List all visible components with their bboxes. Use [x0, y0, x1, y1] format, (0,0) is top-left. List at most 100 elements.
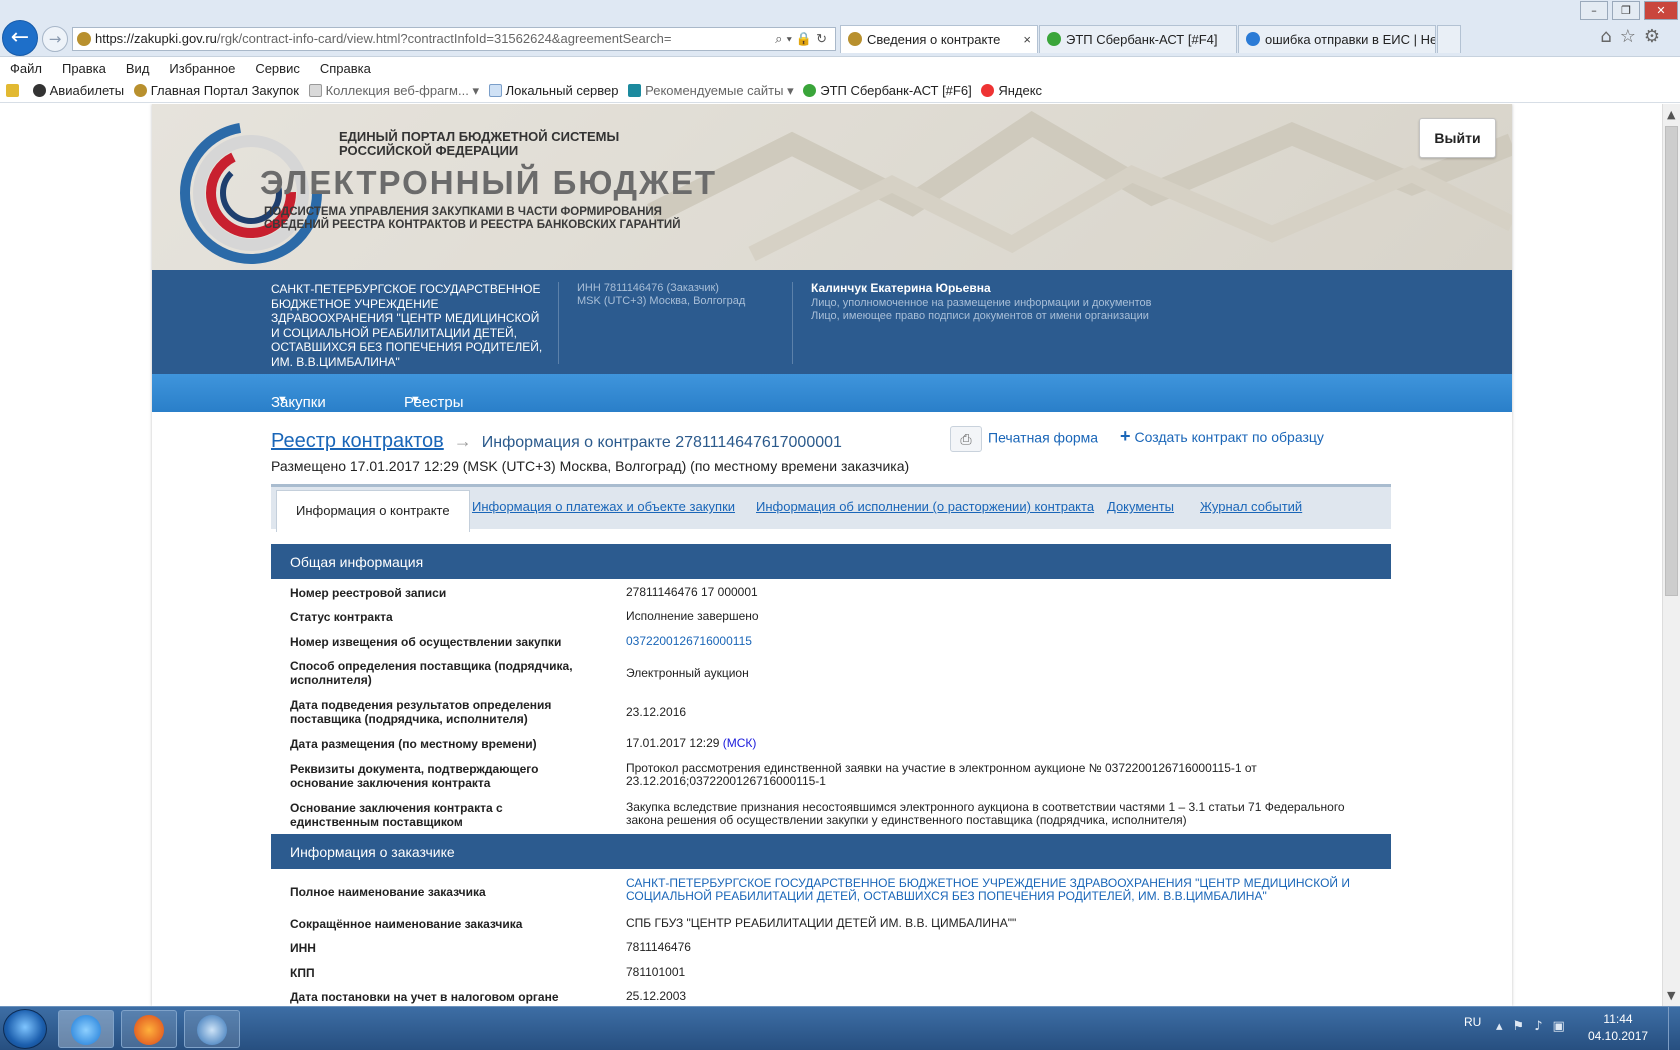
fav-webslices[interactable]: Коллекция веб-фрагм... ▾ — [308, 78, 479, 99]
organization-timezone: MSK (UTC+3) Москва, Волгоград — [577, 295, 746, 307]
customer-full-name-link[interactable]: САНКТ-ПЕТЕРБУРГСКОЕ ГОСУДАРСТВЕННОЕ БЮДЖ… — [626, 877, 1366, 903]
printer-icon: ⎙ — [950, 426, 982, 452]
scroll-up-icon[interactable]: ▲ — [1667, 108, 1675, 121]
tab-contract-info[interactable]: Информация о контракте — [276, 490, 470, 532]
restore-icon: ❐ — [1621, 4, 1631, 17]
fav-zakupki-portal[interactable]: Главная Портал Закупок — [133, 78, 299, 98]
organization-name: САНКТ-ПЕТЕРБУРГСКОЕ ГОСУДАРСТВЕННОЕ БЮДЖ… — [271, 282, 543, 369]
logout-button[interactable]: Выйти — [1419, 118, 1496, 158]
fav-sberbank[interactable]: ЭТП Сбербанк-АСТ [#F6] — [803, 78, 972, 98]
favorites-star-icon[interactable] — [6, 78, 23, 98]
create-from-template-button[interactable]: + Создать контракт по образцу — [1120, 426, 1324, 447]
clock-time: 11:44 — [1603, 1012, 1633, 1026]
user-role-2: Лицо, имеющее право подписи документов о… — [811, 310, 1149, 322]
new-tab-button[interactable] — [1437, 25, 1461, 53]
maximize-button[interactable]: ❐ — [1612, 1, 1640, 20]
page-viewport: ЕДИНЫЙ ПОРТАЛ БЮДЖЕТНОЙ СИСТЕМЫ РОССИЙСК… — [0, 104, 1662, 1006]
browser-tab-contract[interactable]: Сведения о контракте × — [840, 25, 1038, 53]
section-customer-info: Информация о заказчике — [271, 834, 1391, 869]
breadcrumb-contract-registry[interactable]: Реестр контрактов — [271, 430, 444, 452]
browser-tab-sberbank[interactable]: ЭТП Сбербанк-АСТ [#F4] — [1039, 25, 1237, 53]
globe-icon — [1246, 32, 1260, 46]
browser-toolbar-icons[interactable]: ⌂☆⚙ — [1600, 26, 1668, 47]
firefox-icon — [134, 1015, 164, 1045]
organization-meta: ИНН 7811146476 (Заказчик) MSK (UTC+3) Мо… — [558, 282, 745, 364]
tab-label: Сведения о контракте — [867, 32, 1001, 47]
plus-icon: + — [1120, 426, 1131, 446]
menu-favorites[interactable]: Избранное — [159, 57, 245, 76]
taskbar-thunderbird[interactable] — [184, 1010, 240, 1048]
tab-event-log[interactable]: Журнал событий — [1200, 499, 1302, 514]
menu-tools[interactable]: Сервис — [245, 57, 310, 76]
arrow-left-icon: ← — [10, 25, 30, 50]
star-icon[interactable]: ☆ — [1620, 26, 1644, 47]
chevron-down-icon: ▼ — [277, 394, 288, 406]
internet-explorer-icon — [71, 1015, 101, 1045]
address-tools-icons[interactable]: ⌕▾🔒↻ — [775, 28, 831, 50]
favorites-bar: Авиабилеты Главная Портал Закупок Коллек… — [0, 78, 1680, 103]
close-icon: ✕ — [1656, 4, 1666, 17]
site-favicon — [77, 32, 91, 46]
gerb-icon — [848, 32, 862, 46]
clock-date: 04.10.2017 — [1588, 1029, 1649, 1043]
browser-tab-help[interactable]: ошибка отправки в ЕИС | Hel... — [1238, 25, 1436, 53]
main-navigation: Закупки ▼ Реестры ▼ — [152, 374, 1512, 412]
network-icon[interactable]: ▣ — [1552, 1019, 1574, 1034]
tray-icons[interactable]: ▴⚑♪▣ — [1496, 1019, 1575, 1034]
site-banner: ЕДИНЫЙ ПОРТАЛ БЮДЖЕТНОЙ СИСТЕМЫ РОССИЙСК… — [152, 104, 1512, 270]
taskbar-firefox[interactable] — [121, 1010, 177, 1048]
current-user: Калинчук Екатерина Юрьевна Лицо, уполном… — [792, 281, 1152, 364]
menu-help[interactable]: Справка — [310, 57, 381, 76]
tab-label: ЭТП Сбербанк-АСТ [#F4] — [1066, 32, 1218, 47]
chevron-up-icon[interactable]: ▴ — [1496, 1019, 1513, 1034]
windows-taskbar: RU ▴⚑♪▣ 11:44 04.10.2017 — [0, 1006, 1680, 1050]
breadcrumb-current: Информация о контракте 27811146476170000… — [481, 434, 842, 451]
vertical-scrollbar[interactable]: ▲ ▼ — [1662, 104, 1680, 1006]
organization-inn: ИНН 7811146476 (Заказчик) — [577, 282, 719, 294]
page-container: ЕДИНЫЙ ПОРТАЛ БЮДЖЕТНОЙ СИСТЕМЫ РОССИЙСК… — [152, 104, 1512, 1006]
fav-local-server[interactable]: Локальный сервер — [488, 78, 619, 98]
tab-documents[interactable]: Документы — [1107, 499, 1174, 514]
language-indicator[interactable]: RU — [1464, 1015, 1481, 1029]
timezone-label: (МСК) — [722, 736, 757, 750]
close-window-button[interactable]: ✕ — [1644, 1, 1678, 20]
tab-execution[interactable]: Информация об исполнении (о расторжении)… — [756, 499, 1094, 514]
close-tab-icon[interactable]: × — [1023, 26, 1031, 53]
back-button[interactable]: ← — [2, 20, 38, 56]
url-path: /rgk/contract-info-card/view.html?contra… — [216, 31, 672, 46]
menu-file[interactable]: Файл — [0, 57, 52, 76]
section-general-info: Общая информация — [271, 544, 1391, 579]
user-name: Калинчук Екатерина Юрьевна — [811, 281, 991, 295]
gear-icon[interactable]: ⚙ — [1644, 26, 1668, 47]
scroll-down-icon[interactable]: ▼ — [1667, 989, 1675, 1002]
address-bar[interactable]: https://zakupki.gov.ru/rgk/contract-info… — [72, 27, 836, 51]
fav-suggested-sites[interactable]: Рекомендуемые сайты ▾ — [628, 78, 794, 99]
system-clock[interactable]: 11:44 04.10.2017 — [1588, 1011, 1648, 1045]
home-icon[interactable]: ⌂ — [1600, 26, 1619, 47]
user-role-1: Лицо, уполномоченное на размещение инфор… — [811, 296, 1152, 309]
notice-number-link[interactable]: 0372200126716000115 — [626, 635, 1366, 648]
fav-yandex[interactable]: Яндекс — [981, 78, 1042, 98]
organization-bar: САНКТ-ПЕТЕРБУРГСКОЕ ГОСУДАРСТВЕННОЕ БЮДЖ… — [152, 270, 1512, 374]
show-desktop-button[interactable] — [1668, 1007, 1680, 1050]
banner-subtitle: ПОДСИСТЕМА УПРАВЛЕНИЯ ЗАКУПКАМИ В ЧАСТИ … — [264, 206, 681, 231]
menu-edit[interactable]: Правка — [52, 57, 116, 76]
speaker-icon[interactable]: ♪ — [1534, 1019, 1552, 1034]
menu-bar: Файл Правка Вид Избранное Сервис Справка — [0, 57, 1680, 78]
fav-aviatickets[interactable]: Авиабилеты — [32, 78, 124, 98]
scrollbar-thumb[interactable] — [1665, 126, 1678, 596]
flag-icon[interactable]: ⚑ — [1513, 1019, 1535, 1034]
arrow-right-icon: → — [48, 30, 62, 48]
url-host: https://zakupki.gov.ru — [95, 31, 217, 46]
print-form-button[interactable]: ⎙ Печатная форма — [950, 426, 1098, 452]
tab-label: ошибка отправки в ЕИС | Hel... — [1265, 32, 1436, 47]
sberbank-icon — [1047, 32, 1061, 46]
start-button[interactable] — [3, 1009, 47, 1049]
tab-payments[interactable]: Информация о платежах и объекте закупки — [472, 499, 735, 514]
chevron-down-icon: ▼ — [410, 394, 421, 406]
menu-view[interactable]: Вид — [116, 57, 160, 76]
minimize-button[interactable]: – — [1580, 1, 1608, 20]
taskbar-ie[interactable] — [58, 1010, 114, 1048]
forward-button[interactable]: → — [42, 26, 68, 52]
banner-title: ЭЛЕКТРОННЫЙ БЮДЖЕТ — [260, 164, 718, 201]
